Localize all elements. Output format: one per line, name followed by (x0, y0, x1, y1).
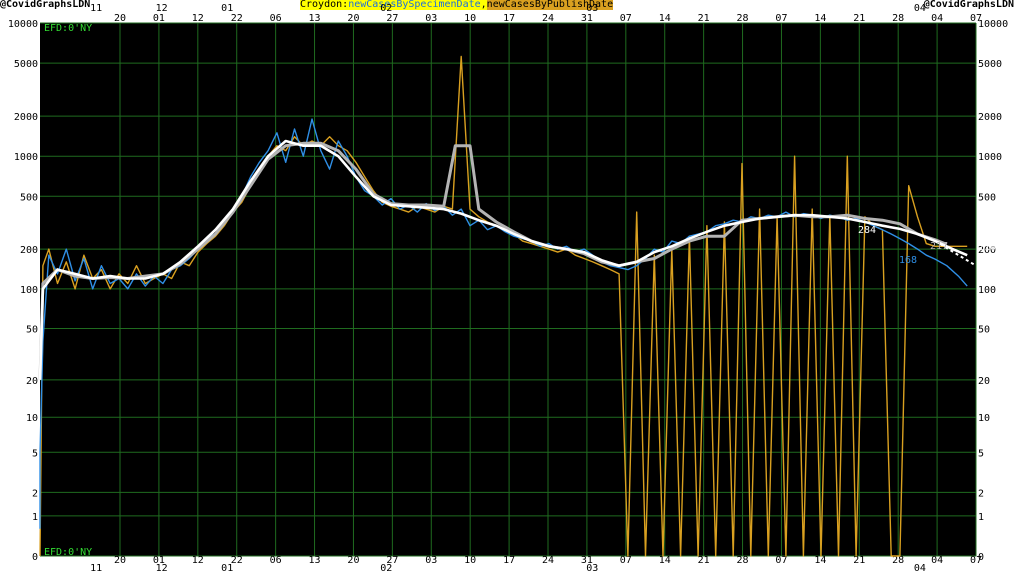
x-day-tick-label-top: 21 (853, 13, 865, 24)
y-tick-label-left: 1 (32, 512, 38, 523)
value-label-specimen: 168 (899, 255, 917, 266)
x-month-tick-label-top: 12 (156, 3, 168, 14)
x-month-tick-label-bottom: 01 (221, 563, 233, 572)
y-tick-label-left: 1000 (14, 152, 38, 163)
y-tick-label-left: 200 (20, 245, 38, 256)
y-tick-label-right: 5000 (978, 59, 1002, 70)
x-day-tick-label-bottom: 20 (114, 555, 126, 566)
x-month-tick-label-top: 01 (221, 3, 233, 14)
x-month-tick-label-top: 04 (914, 3, 926, 14)
y-tick-label-right: 10 (978, 413, 990, 424)
x-day-tick-label-top: 22 (231, 13, 243, 24)
y-tick-label-right: 10000 (978, 19, 1008, 30)
x-day-tick-label-top: 06 (270, 13, 282, 24)
x-day-tick-label-bottom: 12 (192, 555, 204, 566)
y-tick-label-right: 5 (978, 448, 984, 459)
x-day-tick-label-bottom: 24 (542, 555, 554, 566)
x-day-tick-label-bottom: 07 (970, 555, 982, 566)
x-month-tick-label-top: 11 (90, 3, 102, 14)
y-tick-label-left: 5000 (14, 59, 38, 70)
y-tick-label-left: 2 (32, 488, 38, 499)
y-tick-label-right: 100 (978, 285, 996, 296)
x-day-tick-label-top: 20 (347, 13, 359, 24)
x-day-tick-label-bottom: 06 (270, 555, 282, 566)
annotation-top-left: EFD:0'NY (44, 23, 92, 34)
y-tick-label-left: 10000 (8, 19, 38, 30)
x-month-tick-label-top: 02 (380, 3, 392, 14)
value-label-publish: 210 (978, 242, 996, 253)
x-day-tick-label-bottom: 04 (931, 555, 943, 566)
x-day-tick-label-top: 28 (737, 13, 749, 24)
x-day-tick-label-bottom: 21 (698, 555, 710, 566)
x-month-tick-label-bottom: 04 (914, 563, 926, 572)
y-tick-label-left: 2000 (14, 112, 38, 123)
x-month-tick-label-bottom: 02 (380, 563, 392, 572)
x-day-tick-label-bottom: 28 (737, 555, 749, 566)
y-tick-label-left: 10 (26, 413, 38, 424)
x-month-tick-label-bottom: 03 (586, 563, 598, 572)
x-day-tick-label-top: 10 (464, 13, 476, 24)
y-tick-label-right: 20 (978, 376, 990, 387)
x-month-tick-label-bottom: 12 (156, 563, 168, 572)
y-tick-label-right: 2 (978, 488, 984, 499)
y-tick-label-right: 50 (978, 324, 990, 335)
y-tick-label-left: 50 (26, 324, 38, 335)
x-day-tick-label-bottom: 13 (309, 555, 321, 566)
value-label-avg-publish: 217 (930, 241, 948, 252)
x-day-tick-label-top: 14 (659, 13, 671, 24)
y-tick-label-left: 500 (20, 192, 38, 203)
x-day-tick-label-top: 27 (386, 13, 398, 24)
x-day-tick-label-top: 12 (192, 13, 204, 24)
x-day-tick-label-top: 20 (114, 13, 126, 24)
x-day-tick-label-bottom: 14 (814, 555, 826, 566)
y-tick-label-right: 1 (978, 512, 984, 523)
x-month-tick-label-bottom: 11 (90, 563, 102, 572)
x-month-tick-label-top: 03 (586, 3, 598, 14)
x-day-tick-label-top: 03 (425, 13, 437, 24)
x-day-tick-label-bottom: 03 (425, 555, 437, 566)
x-day-tick-label-bottom: 07 (620, 555, 632, 566)
x-day-tick-label-bottom: 21 (853, 555, 865, 566)
y-tick-label-left: 5 (32, 448, 38, 459)
x-day-tick-label-bottom: 10 (464, 555, 476, 566)
value-label-avg-specimen: 284 (858, 225, 876, 236)
y-tick-label-right: 500 (978, 192, 996, 203)
y-tick-label-left: 20 (26, 376, 38, 387)
x-day-tick-label-top: 04 (931, 13, 943, 24)
x-day-tick-label-top: 13 (309, 13, 321, 24)
x-day-tick-label-top: 01 (153, 13, 165, 24)
x-day-tick-label-bottom: 20 (347, 555, 359, 566)
x-day-tick-label-top: 07 (775, 13, 787, 24)
annotation-bottom-left: EFD:0'NY (44, 547, 92, 558)
y-tick-label-left: 0 (32, 552, 38, 563)
y-tick-label-left: 100 (20, 285, 38, 296)
x-day-tick-label-top: 28 (892, 13, 904, 24)
x-day-tick-label-top: 07 (970, 13, 982, 24)
y-tick-label-right: 1000 (978, 152, 1002, 163)
x-day-tick-label-top: 14 (814, 13, 826, 24)
x-day-tick-label-top: 17 (503, 13, 515, 24)
line-chart: 10000 100005000 50002000 20001000 1000500 500… (8, 3, 1008, 572)
plot-area (40, 23, 976, 556)
x-day-tick-label-top: 21 (698, 13, 710, 24)
x-day-tick-label-bottom: 17 (503, 555, 515, 566)
x-day-tick-label-top: 24 (542, 13, 554, 24)
x-day-tick-label-top: 31 (581, 13, 593, 24)
x-day-tick-label-top: 07 (620, 13, 632, 24)
x-day-tick-label-bottom: 14 (659, 555, 671, 566)
y-tick-label-right: 2000 (978, 112, 1002, 123)
